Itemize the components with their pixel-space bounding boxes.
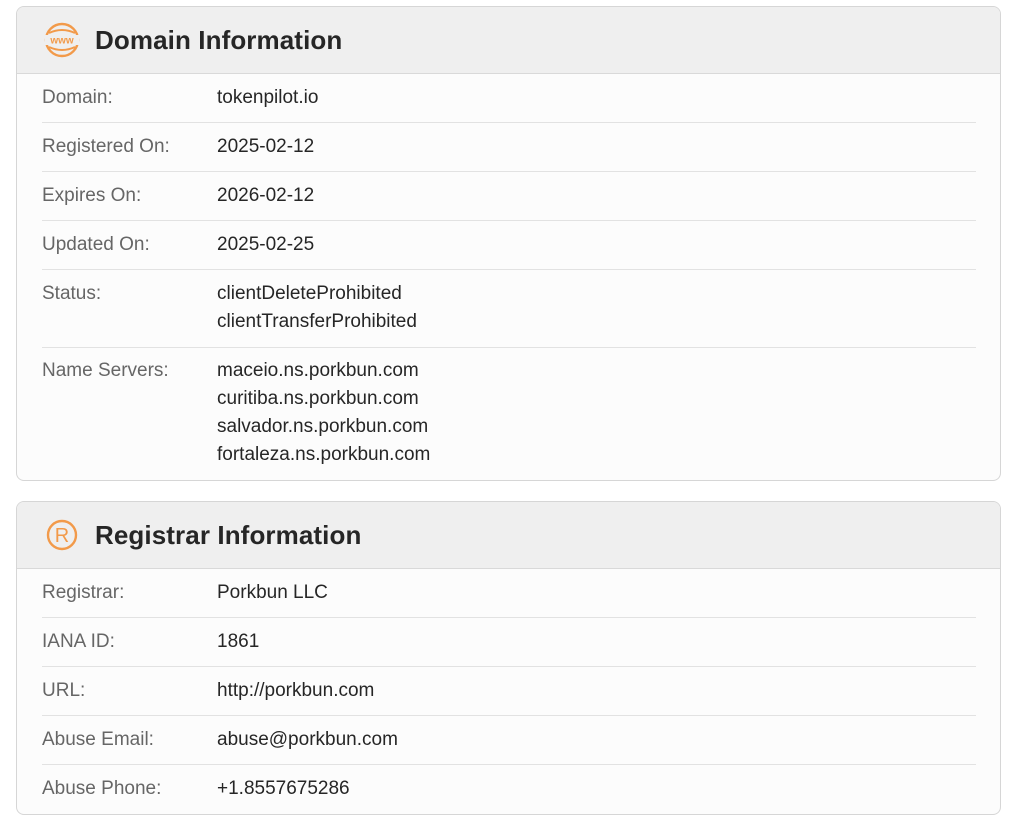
expires-on-value: 2026-02-12 [217, 185, 315, 206]
domain-information-rows: Domain: tokenpilot.io Registered On: 202… [17, 74, 1000, 480]
abuse-phone-label: Abuse Phone: [42, 778, 162, 799]
name-servers-row: Name Servers: maceio.ns.porkbun.com curi… [42, 348, 976, 480]
domain-value: tokenpilot.io [217, 87, 319, 108]
updated-on-label: Updated On: [42, 234, 150, 255]
domain-row: Domain: tokenpilot.io [42, 74, 976, 123]
svg-text:R: R [55, 525, 69, 547]
status-label: Status: [42, 283, 102, 304]
name-servers-label: Name Servers: [42, 360, 169, 381]
status-row: Status: clientDeleteProhibited clientTra… [42, 270, 976, 348]
expires-on-row: Expires On: 2026-02-12 [42, 172, 976, 221]
abuse-email-row: Abuse Email: abuse@porkbun.com [42, 716, 976, 765]
abuse-email-value: abuse@porkbun.com [217, 729, 398, 750]
name-server-value: curitiba.ns.porkbun.com [217, 388, 419, 409]
url-value: http://porkbun.com [217, 680, 375, 701]
iana-id-row: IANA ID: 1861 [42, 618, 976, 667]
domain-information-title: Domain Information [95, 24, 343, 55]
name-servers-values: maceio.ns.porkbun.com curitiba.ns.porkbu… [217, 357, 431, 480]
expires-on-label: Expires On: [42, 185, 142, 206]
status-values: clientDeleteProhibited clientTransferPro… [217, 280, 417, 347]
url-label: URL: [42, 680, 86, 701]
svg-text:www: www [49, 36, 74, 47]
name-server-value: maceio.ns.porkbun.com [217, 360, 419, 381]
name-server-value: salvador.ns.porkbun.com [217, 416, 429, 437]
registrar-information-card: R Registrar Information Registrar: Porkb… [16, 501, 1001, 815]
registered-on-value: 2025-02-12 [217, 136, 315, 157]
iana-id-value: 1861 [217, 631, 260, 652]
www-icon: www [44, 22, 80, 58]
updated-on-value: 2025-02-25 [217, 234, 315, 255]
registered-on-label: Registered On: [42, 136, 170, 157]
domain-information-header: www Domain Information [17, 7, 1000, 74]
updated-on-row: Updated On: 2025-02-25 [42, 221, 976, 270]
iana-id-label: IANA ID: [42, 631, 115, 652]
registrar-label: Registrar: [42, 582, 125, 603]
status-value: clientDeleteProhibited [217, 283, 402, 304]
abuse-phone-row: Abuse Phone: +1.8557675286 [42, 765, 976, 814]
domain-label: Domain: [42, 87, 113, 108]
registered-trademark-icon: R [44, 517, 80, 553]
abuse-email-label: Abuse Email: [42, 729, 154, 750]
registrar-row: Registrar: Porkbun LLC [42, 569, 976, 618]
domain-information-card: www Domain Information Domain: tokenpilo… [16, 6, 1001, 481]
status-value: clientTransferProhibited [217, 311, 417, 332]
registrar-information-title: Registrar Information [95, 519, 362, 550]
registrar-information-header: R Registrar Information [17, 502, 1000, 569]
url-row: URL: http://porkbun.com [42, 667, 976, 716]
registered-on-row: Registered On: 2025-02-12 [42, 123, 976, 172]
abuse-phone-value: +1.8557675286 [217, 778, 350, 799]
registrar-information-rows: Registrar: Porkbun LLC IANA ID: 1861 URL… [17, 569, 1000, 814]
registrar-value: Porkbun LLC [217, 582, 328, 603]
name-server-value: fortaleza.ns.porkbun.com [217, 444, 431, 465]
